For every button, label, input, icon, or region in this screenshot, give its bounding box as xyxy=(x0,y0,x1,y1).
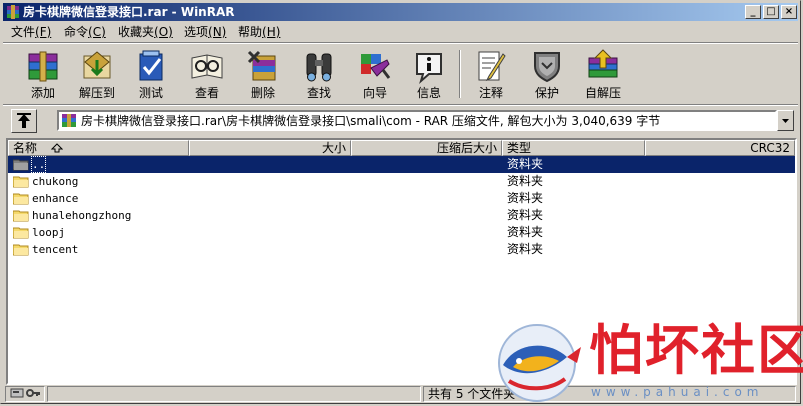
sort-up-icon xyxy=(50,143,64,153)
path-dropdown-button[interactable] xyxy=(777,110,794,131)
delete-button[interactable]: 删除 xyxy=(237,46,289,102)
comment-button[interactable]: 注释 xyxy=(465,46,517,102)
file-type: 资料夹 xyxy=(507,225,544,239)
status-left-cell xyxy=(47,386,421,402)
maximize-button[interactable]: □ xyxy=(763,5,779,19)
file-type: 资料夹 xyxy=(507,191,544,205)
folder-icon xyxy=(13,176,29,188)
table-row[interactable]: .. 资料夹 xyxy=(8,156,795,173)
table-row[interactable]: tencent 资料夹 xyxy=(8,241,795,258)
file-type: 资料夹 xyxy=(507,242,544,256)
table-row[interactable]: enhance 资料夹 xyxy=(8,190,795,207)
file-name: tencent xyxy=(32,243,79,256)
extract-to-icon xyxy=(83,51,111,79)
test-label: 测试 xyxy=(138,86,163,100)
find-button[interactable]: 查找 xyxy=(293,46,345,102)
window-title: 房卡棋牌微信登录接口.rar - WinRAR xyxy=(23,5,235,19)
view-label: 查看 xyxy=(194,86,219,100)
table-row[interactable]: chukong 资料夹 xyxy=(8,173,795,190)
column-name[interactable]: 名称 xyxy=(8,140,189,156)
find-icon xyxy=(306,53,332,82)
file-name: loopj xyxy=(32,226,66,239)
watermark-url: www.pahuai.com xyxy=(591,385,764,399)
find-label: 查找 xyxy=(306,86,331,100)
minimize-button[interactable]: _ xyxy=(745,5,761,19)
drive-key-icon xyxy=(10,388,40,398)
watermark: 怕坏社区 www.pahuai.com xyxy=(489,319,803,405)
column-size[interactable]: 大小 xyxy=(189,140,351,156)
table-row[interactable]: hunalehongzhong 资料夹 xyxy=(8,207,795,224)
path-field[interactable]: 房卡棋牌微信登录接口.rar\房卡棋牌微信登录接口\smali\com - RA… xyxy=(57,110,777,131)
parent-folder-icon xyxy=(13,159,29,171)
extract-to-label: 解压到 xyxy=(78,86,115,100)
wizard-icon xyxy=(361,54,391,79)
winrar-window: 房卡棋牌微信登录接口.rar - WinRAR _ □ × 文件(F) 命令(C… xyxy=(0,0,803,405)
folder-icon xyxy=(13,210,29,222)
watermark-text: 怕坏社区 xyxy=(589,319,803,382)
file-name: .. xyxy=(30,156,47,173)
info-icon xyxy=(416,53,442,84)
add-label: 添加 xyxy=(30,86,55,100)
file-name: enhance xyxy=(32,192,79,205)
delete-icon xyxy=(247,50,276,81)
up-folder-button[interactable] xyxy=(11,109,37,133)
close-button[interactable]: × xyxy=(781,5,797,19)
delete-label: 删除 xyxy=(250,86,275,100)
sfx-label: 自解压 xyxy=(584,86,621,100)
folder-icon xyxy=(13,244,29,256)
fish-logo-icon xyxy=(498,324,581,402)
toolbar-divider xyxy=(459,50,461,98)
menu-file[interactable]: 文件(F) xyxy=(11,24,51,40)
test-button[interactable]: 测试 xyxy=(125,46,177,102)
file-type: 资料夹 xyxy=(507,174,544,188)
status-drive-cell xyxy=(5,386,45,402)
column-crc[interactable]: CRC32 xyxy=(645,140,795,156)
protect-label: 保护 xyxy=(534,86,559,100)
sfx-icon xyxy=(588,49,618,78)
path-text: 房卡棋牌微信登录接口.rar\房卡棋牌微信登录接口\smali\com - RA… xyxy=(81,114,661,128)
comment-label: 注释 xyxy=(478,86,503,100)
comment-icon xyxy=(478,51,506,82)
view-button[interactable]: 查看 xyxy=(181,46,233,102)
view-icon xyxy=(191,54,223,79)
wizard-button[interactable]: 向导 xyxy=(349,46,401,102)
extract-to-button[interactable]: 解压到 xyxy=(71,46,123,102)
title-bar[interactable]: 房卡棋牌微信登录接口.rar - WinRAR _ □ × xyxy=(3,3,798,21)
file-type: 资料夹 xyxy=(507,157,544,171)
file-name: hunalehongzhong xyxy=(32,209,132,222)
info-label: 信息 xyxy=(416,86,441,100)
column-packed[interactable]: 压缩后大小 xyxy=(351,140,502,156)
toolbar: 添加 解压到 测试 查看 删除 查找 向导 信息 注释 保护 自解压 xyxy=(3,44,798,104)
table-row[interactable]: loopj 资料夹 xyxy=(8,224,795,241)
info-button[interactable]: 信息 xyxy=(403,46,455,102)
address-bar: 房卡棋牌微信登录接口.rar\房卡棋牌微信登录接口\smali\com - RA… xyxy=(3,107,798,135)
folder-icon xyxy=(13,227,29,239)
menu-options[interactable]: 选项(N) xyxy=(184,24,226,40)
add-button[interactable]: 添加 xyxy=(17,46,69,102)
wizard-label: 向导 xyxy=(362,86,387,100)
test-icon xyxy=(139,50,163,81)
chevron-down-icon xyxy=(782,119,789,123)
menu-commands[interactable]: 命令(C) xyxy=(64,24,106,40)
file-name: chukong xyxy=(32,175,79,188)
protect-icon xyxy=(534,52,560,83)
list-header: 名称 大小 压缩后大小 类型 CRC32 xyxy=(8,140,795,156)
toolbar-divider-bottom xyxy=(3,104,798,106)
column-type[interactable]: 类型 xyxy=(502,140,645,156)
protect-button[interactable]: 保护 xyxy=(521,46,573,102)
sfx-button[interactable]: 自解压 xyxy=(577,46,629,102)
file-type: 资料夹 xyxy=(507,208,544,222)
add-books-icon xyxy=(28,51,58,82)
up-arrow-icon xyxy=(17,113,31,128)
winrar-app-icon xyxy=(7,5,19,19)
menu-help[interactable]: 帮助(H) xyxy=(238,24,280,40)
menu-bar: 文件(F) 命令(C) 收藏夹(O) 选项(N) 帮助(H) xyxy=(3,22,798,42)
folder-icon xyxy=(13,193,29,205)
menu-favorites[interactable]: 收藏夹(O) xyxy=(118,24,173,40)
rar-archive-icon xyxy=(62,114,76,127)
